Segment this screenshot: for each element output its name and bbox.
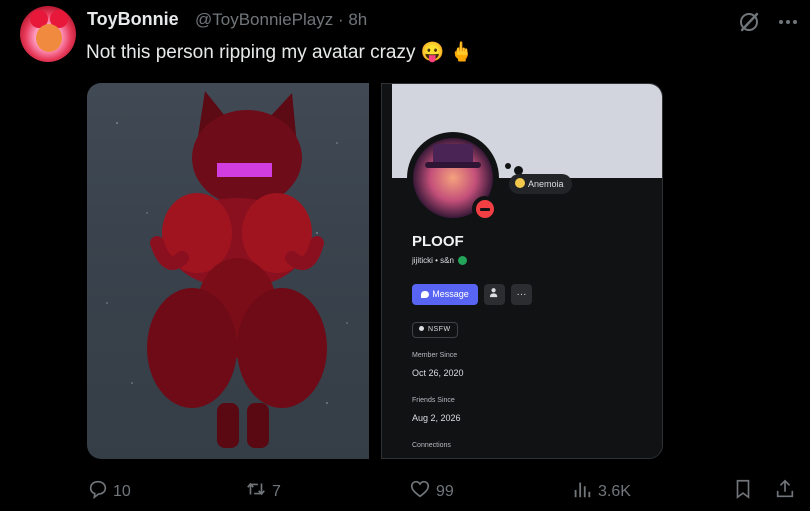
chat-bubble-icon [421, 291, 430, 298]
status-emoji-icon [515, 178, 525, 188]
repost-button[interactable]: 7 [244, 478, 281, 502]
nsfw-badge: NSFW [412, 322, 458, 338]
like-icon [410, 480, 430, 498]
reply-button[interactable]: 10 [87, 478, 131, 502]
author-handle-and-time[interactable]: @ToyBonniePlayz · 8h [195, 10, 367, 30]
reply-count: 10 [113, 483, 131, 500]
reply-icon [89, 480, 107, 500]
views-button[interactable]: 3.6K [570, 478, 631, 502]
grok-icon[interactable] [737, 10, 761, 34]
more-options-button[interactable]: ··· [511, 284, 532, 305]
bookmark-icon [736, 479, 750, 499]
repost-count: 7 [272, 483, 281, 500]
person-icon [489, 288, 498, 298]
custom-status: Anemoia [509, 174, 572, 194]
share-button[interactable] [774, 478, 800, 502]
like-button[interactable]: 99 [408, 478, 454, 502]
dnd-status-icon [472, 196, 498, 222]
media-image-avatar[interactable] [87, 83, 369, 459]
views-count: 3.6K [598, 483, 631, 500]
author-display-name[interactable]: ToyBonnie [87, 9, 179, 30]
more-icon[interactable] [776, 10, 800, 34]
hashtag-badge-icon [457, 256, 467, 265]
member-since-value: Oct 26, 2020 [412, 368, 464, 378]
thought-dot [505, 163, 511, 169]
avatar-render-image [106, 91, 348, 448]
friends-since-label: Friends Since [412, 397, 455, 404]
tweet-text: Not this person ripping my avatar crazy … [86, 42, 474, 63]
like-count: 99 [436, 483, 454, 500]
views-icon [574, 482, 591, 498]
author-avatar[interactable] [20, 6, 76, 62]
friends-since-value: Aug 2, 2026 [412, 413, 461, 423]
profile-name: PLOOF [412, 233, 464, 250]
connections-label: Connections [412, 442, 451, 449]
media-image-profile-card[interactable]: Anemoia PLOOF jijiticki • s&n Message ··… [381, 83, 663, 459]
message-button[interactable]: Message [412, 284, 478, 305]
repost-icon [247, 482, 265, 496]
member-since-label: Member Since [412, 352, 458, 359]
bookmark-button[interactable] [732, 478, 758, 502]
share-icon [776, 479, 794, 498]
profile-username-line: jijiticki • s&n [412, 256, 467, 265]
friend-status-button[interactable] [484, 284, 505, 305]
